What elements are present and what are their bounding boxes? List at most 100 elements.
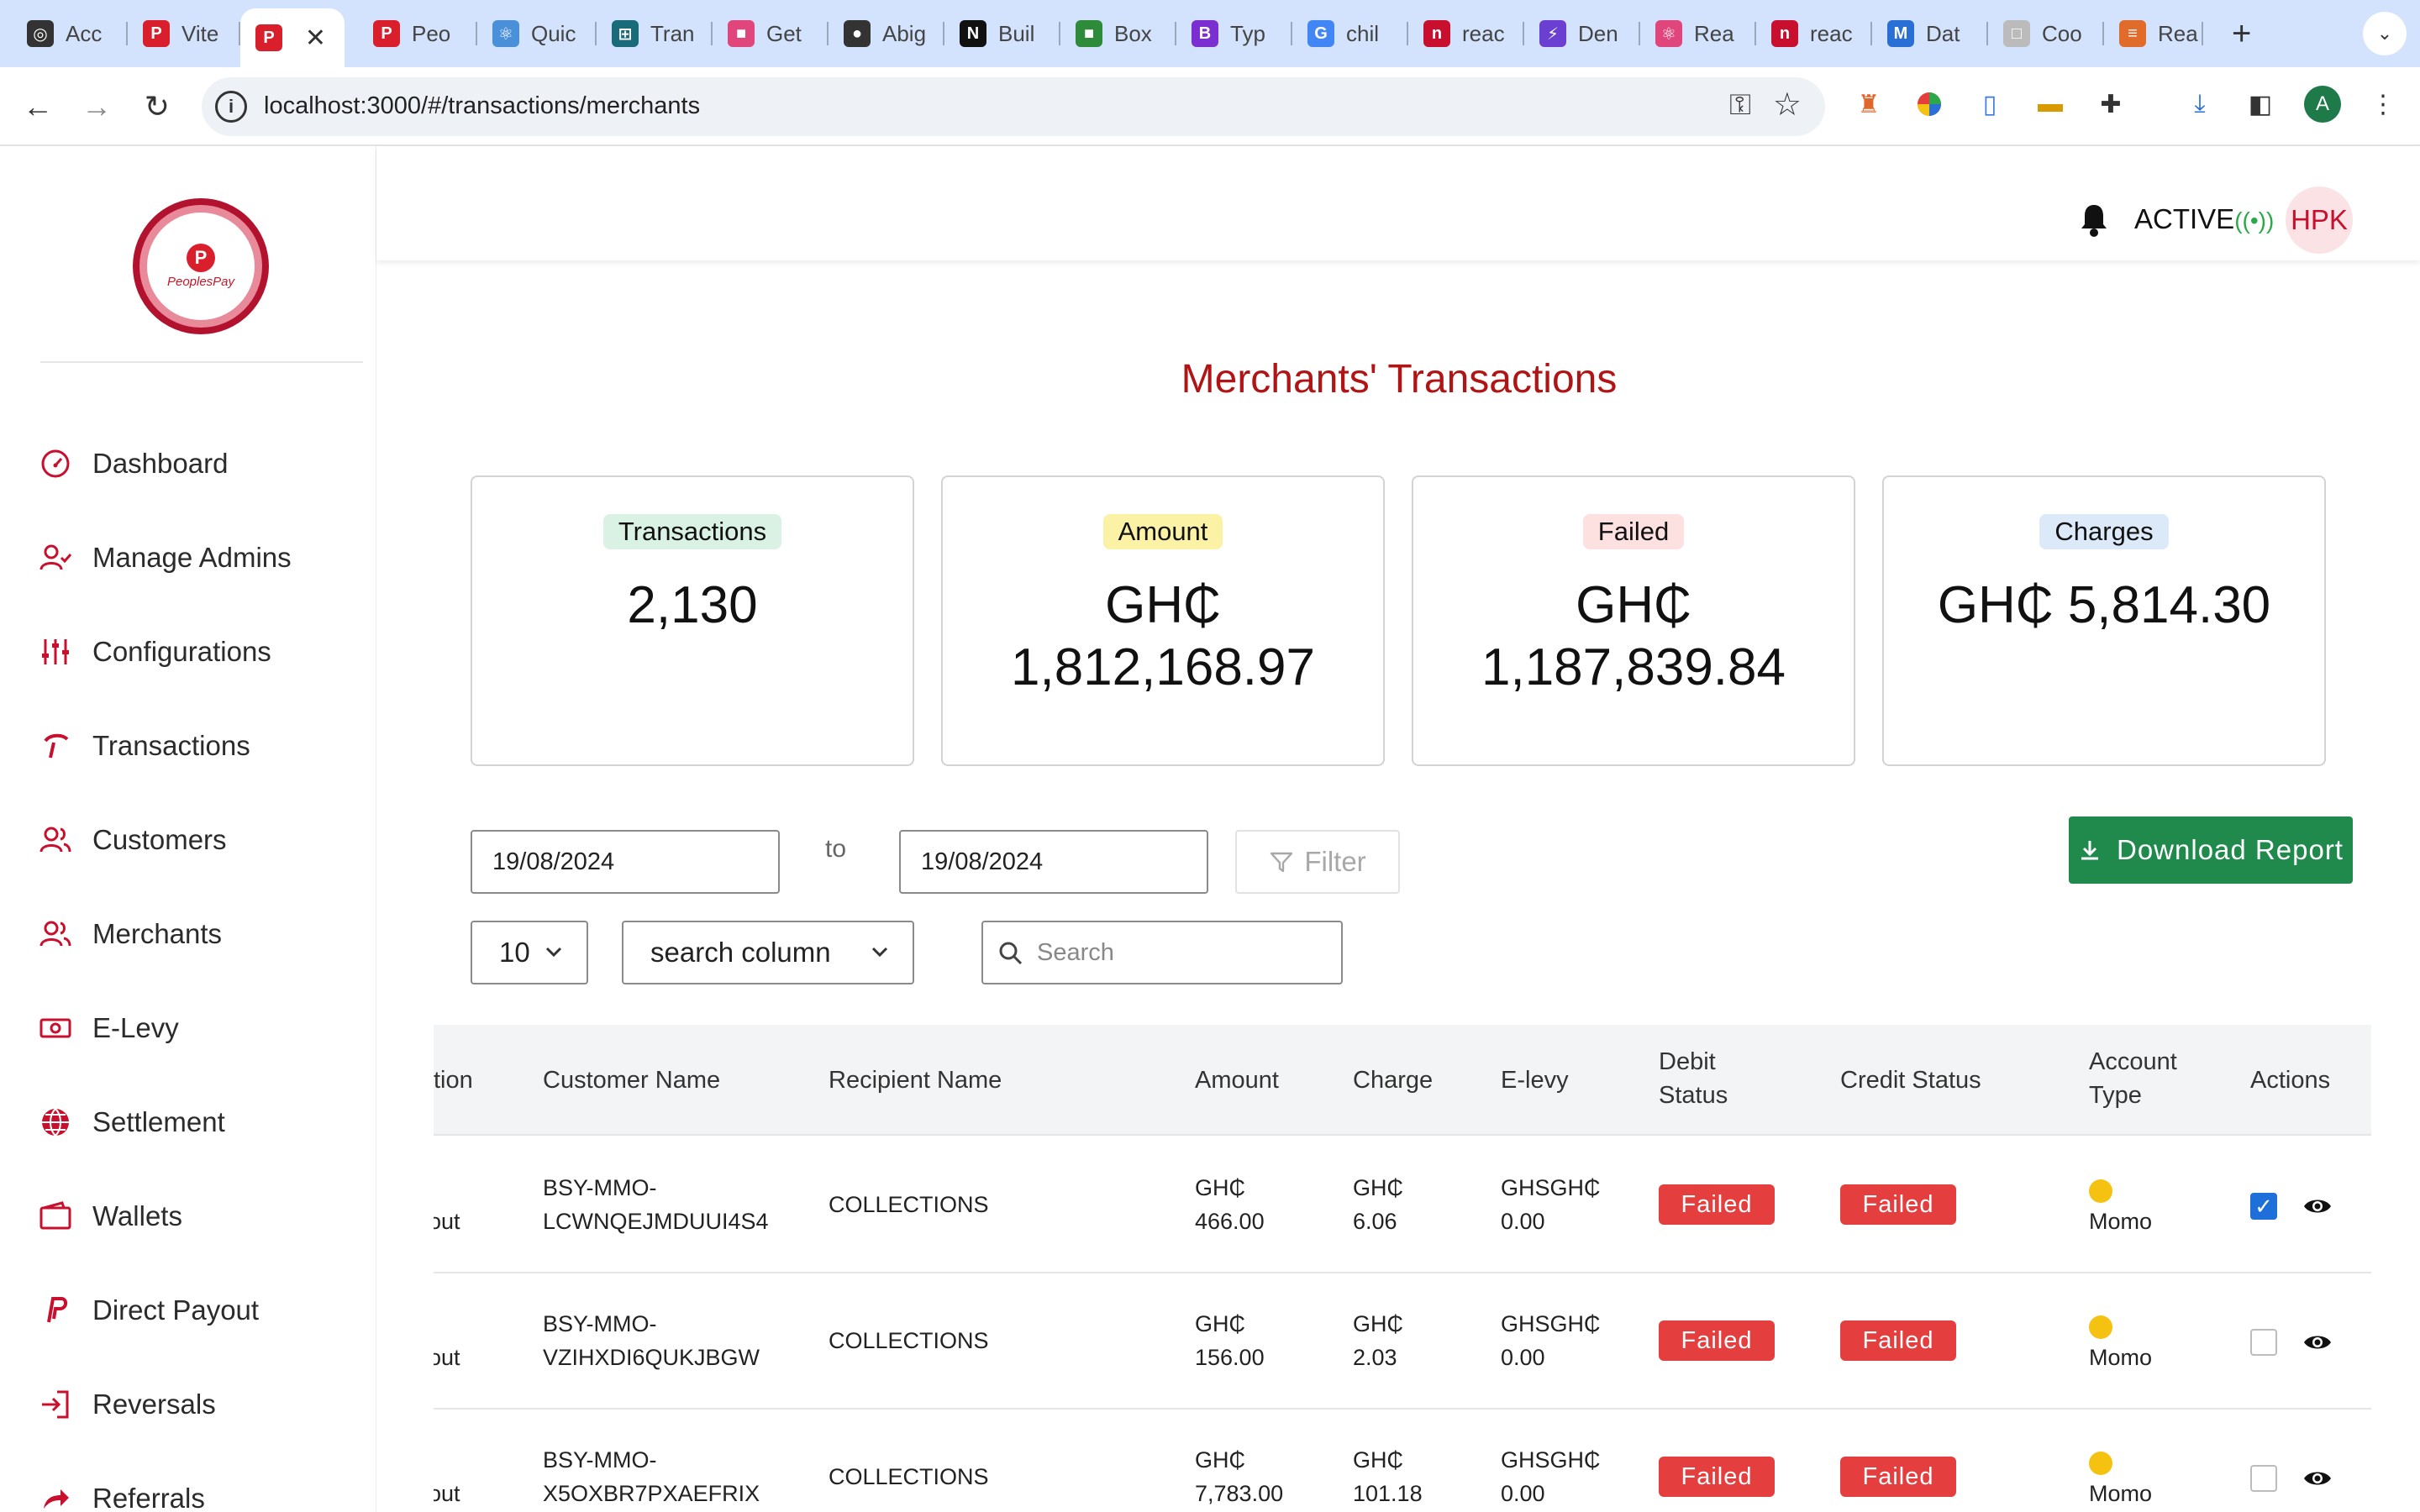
sidebar-item-configurations[interactable]: Configurations <box>37 627 365 677</box>
browser-tab[interactable]: N Buil <box>944 10 1060 57</box>
search-column-select[interactable]: search column <box>622 921 914 984</box>
browser-tab[interactable]: Gchil <box>1292 10 1408 57</box>
tab-title: Rea <box>2158 20 2198 46</box>
sidebar-item-e-levy[interactable]: E-Levy <box>37 1003 365 1053</box>
extension-phone-icon[interactable]: ▯ <box>1971 86 2008 123</box>
peoplespay-logo[interactable]: P PeoplesPay <box>133 198 269 334</box>
debit-status-badge: Failed <box>1659 1184 1775 1225</box>
browser-tab[interactable]: ⚡ Den <box>1524 10 1640 57</box>
column-header[interactable]: E-levy <box>1501 1063 1569 1097</box>
side-panel-icon[interactable]: ◧ <box>2242 86 2279 123</box>
card-label-badge: Amount <box>1102 514 1223 549</box>
url-text[interactable]: localhost:3000/#/transactions/merchants <box>264 92 700 120</box>
type-cell: out <box>434 1481 460 1506</box>
browser-tab[interactable]: n reac <box>1756 10 1872 57</box>
sidebar-item-settlement[interactable]: Settlement <box>37 1097 365 1147</box>
download-report-button[interactable]: Download Report <box>2069 816 2353 884</box>
reload-icon[interactable]: ↻ <box>136 86 178 128</box>
password-key-icon[interactable]: ⚿ <box>1729 89 1751 122</box>
profile-avatar[interactable]: A <box>2304 86 2341 123</box>
row-select-checkbox[interactable] <box>2250 1465 2277 1492</box>
extensions-puzzle-icon[interactable]: ✚ <box>2092 86 2129 123</box>
tab-close-icon[interactable]: ✕ <box>305 24 326 53</box>
sidebar-item-customers[interactable]: Customers <box>37 815 365 865</box>
sidebar-item-manage-admins[interactable]: Manage Admins <box>37 533 365 583</box>
sidebar-item-merchants[interactable]: Merchants <box>37 909 365 959</box>
column-header[interactable]: Customer Name <box>543 1063 720 1097</box>
column-header[interactable]: Account Type <box>2089 1045 2198 1112</box>
download-icon[interactable]: ⤓ <box>2181 86 2218 123</box>
column-header[interactable]: Credit Status <box>1840 1063 1981 1097</box>
table-row[interactable]: out BSY-MMO- LCWNQEJMDUUI4S4 COLLECTIONS GH₵… <box>434 1137 2371 1273</box>
recipient-name-cell: COLLECTIONS <box>829 1328 989 1353</box>
search-field[interactable] <box>981 921 1343 984</box>
view-eye-icon[interactable] <box>2302 1196 2333 1216</box>
new-tab-button[interactable]: + <box>2232 15 2251 53</box>
browser-tab[interactable]: ⚛ Quic <box>477 10 597 57</box>
row-select-checkbox[interactable] <box>2250 1329 2277 1356</box>
column-header[interactable]: Charge <box>1353 1063 1433 1097</box>
browser-tab[interactable]: P ✕ <box>240 8 345 67</box>
column-header[interactable]: Amount <box>1195 1063 1279 1097</box>
tab-title: reac <box>1810 20 1853 46</box>
extension-colorwheel-icon[interactable] <box>1911 86 1948 123</box>
row-select-checkbox[interactable]: ✓ <box>2250 1193 2277 1220</box>
page-size-select[interactable]: 10 <box>471 921 588 984</box>
users-icon <box>37 822 74 858</box>
forward-icon[interactable]: → <box>76 86 118 128</box>
sidebar-item-wallets[interactable]: Wallets <box>37 1191 365 1242</box>
column-header[interactable]: Actions <box>2250 1063 2330 1097</box>
browser-tab[interactable]: ■ Box <box>1060 10 1176 57</box>
browser-tab[interactable]: B Typ <box>1176 10 1292 57</box>
back-icon[interactable]: ← <box>17 86 59 128</box>
sidebar-item-dashboard[interactable]: Dashboard <box>37 438 365 489</box>
column-header[interactable]: tion <box>434 1063 473 1097</box>
browser-tab[interactable]: P Peo <box>358 10 477 57</box>
browser-tab[interactable]: ● Abig <box>829 10 944 57</box>
address-bar[interactable]: i localhost:3000/#/transactions/merchant… <box>202 77 1825 136</box>
globe-icon <box>37 1104 74 1141</box>
browser-tab[interactable]: ◎ Acc <box>12 10 128 57</box>
tab-favicon-icon: G <box>1307 20 1334 47</box>
filter-button[interactable]: Filter <box>1235 830 1400 894</box>
search-input[interactable] <box>1037 934 1323 971</box>
sidebar-item-label: E-Levy <box>92 1012 179 1043</box>
view-eye-icon[interactable] <box>2302 1332 2333 1352</box>
tab-search-button[interactable]: ⌄ <box>2363 12 2407 55</box>
summary-card-charges: Charges GH₵ 5,814.30 <box>1882 475 2326 766</box>
table-row[interactable]: out BSY-MMO- X5OXBR7PXAEFRIX COLLECTIONS GH₵… <box>434 1410 2371 1512</box>
end-date-input[interactable]: 19/08/2024 <box>899 830 1208 894</box>
start-date-input[interactable]: 19/08/2024 <box>471 830 780 894</box>
tab-separator <box>2202 22 2203 45</box>
browser-tab[interactable]: ⚛ Rea <box>1640 10 1756 57</box>
browser-tab[interactable]: M Dat <box>1872 10 1988 57</box>
sidebar-item-reversals[interactable]: Reversals <box>37 1379 365 1430</box>
user-avatar[interactable]: HPK <box>2286 186 2353 254</box>
column-header[interactable]: Debit Status <box>1659 1045 1751 1112</box>
tab-favicon-icon: ■ <box>1076 20 1102 47</box>
bell-icon[interactable] <box>2077 202 2111 239</box>
browser-menu-icon[interactable]: ⋮ <box>2365 86 2402 123</box>
view-eye-icon[interactable] <box>2302 1468 2333 1488</box>
browser-tab[interactable]: ≡ Rea <box>2104 10 2203 57</box>
site-info-icon[interactable]: i <box>215 91 247 123</box>
card-value: GH₵ 1,812,168.97 <box>1010 576 1315 696</box>
bookmark-star-icon[interactable]: ☆ <box>1773 86 1802 123</box>
credit-status-badge: Failed <box>1840 1184 1956 1225</box>
extension-fox-icon[interactable]: ♜ <box>1850 86 1887 123</box>
browser-tab[interactable]: P Vite <box>128 10 240 57</box>
sidebar-item-referrals[interactable]: Referrals <box>37 1473 365 1512</box>
sidebar-item-direct-payout[interactable]: Direct Payout <box>37 1285 365 1336</box>
sidebar-divider <box>40 361 363 363</box>
sidebar-item-label: Wallets <box>92 1200 182 1231</box>
browser-tab[interactable]: n reac <box>1408 10 1524 57</box>
table-row[interactable]: out BSY-MMO- VZIHXDI6QUKJBGW COLLECTIONS GH₵… <box>434 1273 2371 1410</box>
sidebar-item-transactions[interactable]: Transactions <box>37 721 365 771</box>
column-header[interactable]: Recipient Name <box>829 1063 1002 1097</box>
browser-tab[interactable]: ⊞ Tran <box>597 10 713 57</box>
browser-tab[interactable]: ■ Get <box>713 10 829 57</box>
momo-indicator-dot <box>2089 1179 2112 1203</box>
extension-folder-icon[interactable]: ▬ <box>2032 86 2069 123</box>
type-cell: out <box>434 1209 460 1234</box>
browser-tab[interactable]: □ Coo <box>1988 10 2104 57</box>
